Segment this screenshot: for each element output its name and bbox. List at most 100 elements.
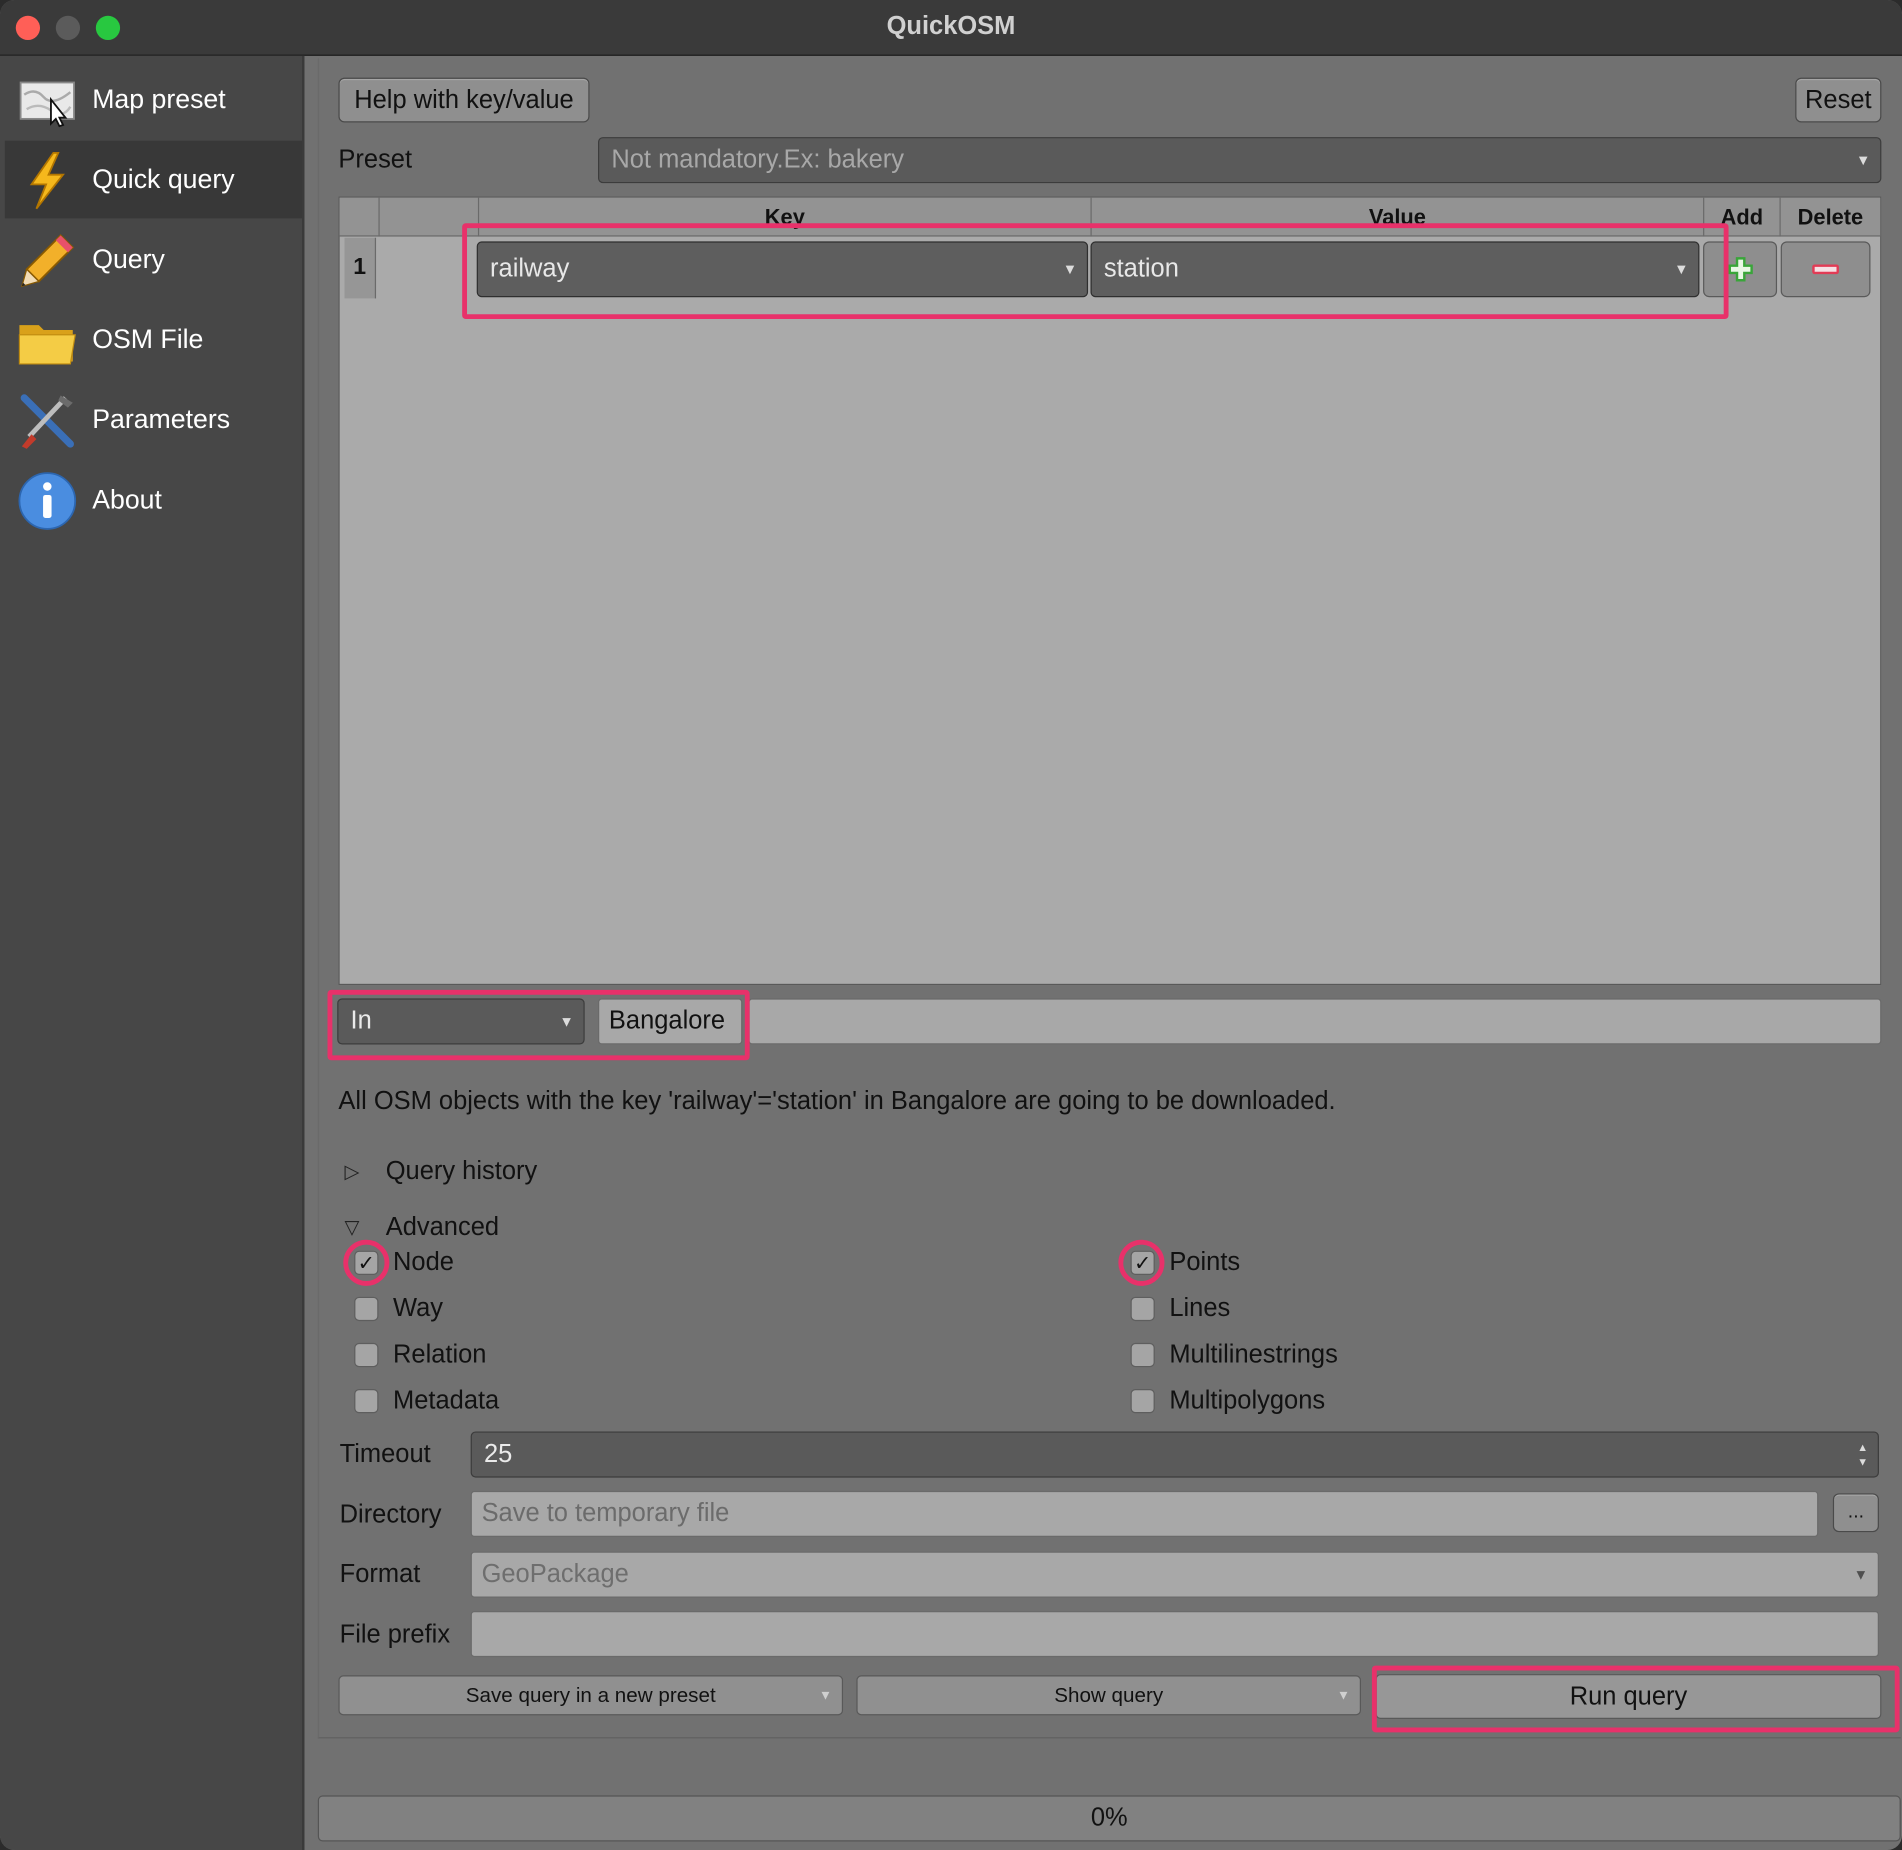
place-input[interactable]: Bangalore: [598, 998, 743, 1045]
title-bar: QuickOSM: [0, 0, 1902, 56]
query-history-label: Query history: [385, 1157, 538, 1186]
checkbox-box: [1130, 1342, 1155, 1368]
directory-input[interactable]: Save to temporary file: [470, 1490, 1819, 1538]
sidebar-item-map-preset[interactable]: Map preset: [5, 61, 302, 139]
progress-bar: 0%: [317, 1795, 1901, 1842]
preset-placeholder: Not mandatory.Ex: bakery: [611, 145, 904, 174]
save-preset-button[interactable]: Save query in a new preset ▼: [338, 1675, 844, 1716]
folder-icon: [18, 325, 76, 365]
map-icon: [19, 81, 75, 128]
sidebar: Map preset Quick query Query OSM File Pa…: [0, 55, 305, 1850]
check-icon: ✓: [354, 1250, 379, 1275]
minus-icon: [1812, 264, 1839, 275]
caret-right-icon: ▷: [344, 1162, 360, 1183]
checkbox-label: Relation: [393, 1340, 487, 1369]
pencil-icon: [20, 234, 75, 288]
row-number[interactable]: 1: [344, 237, 377, 299]
advanced-label: Advanced: [385, 1213, 500, 1242]
preset-label: Preset: [338, 145, 413, 174]
checkbox-multilinestrings[interactable]: Multilinestrings: [1130, 1340, 1338, 1369]
chevron-down-icon: ▼: [559, 1012, 574, 1030]
checkbox-points[interactable]: ✓ Points: [1130, 1248, 1241, 1277]
header-corner: [340, 198, 379, 237]
key-select[interactable]: railway ▼: [476, 241, 1089, 298]
checkbox-relation[interactable]: Relation: [354, 1340, 486, 1369]
sidebar-item-label: Query: [92, 243, 165, 275]
sidebar-item-osm-file[interactable]: OSM File: [5, 301, 302, 379]
sidebar-item-query[interactable]: Query: [5, 221, 302, 299]
format-value: GeoPackage: [481, 1560, 629, 1588]
timeout-spinbox[interactable]: 25 ▲ ▼: [470, 1431, 1879, 1478]
checkbox-label: Node: [393, 1248, 454, 1277]
checkbox-label: Metadata: [393, 1386, 500, 1415]
header-add[interactable]: Add: [1703, 197, 1779, 237]
checkbox-box: [1130, 1296, 1155, 1322]
format-select[interactable]: GeoPackage ▼: [470, 1551, 1879, 1598]
chevron-down-icon[interactable]: ▼: [819, 1688, 832, 1703]
file-prefix-input[interactable]: [470, 1611, 1879, 1658]
checkbox-label: Multilinestrings: [1169, 1340, 1338, 1369]
caret-down-icon: ▽: [344, 1217, 360, 1239]
show-query-button[interactable]: Show query ▼: [856, 1675, 1361, 1716]
preset-select[interactable]: Not mandatory.Ex: bakery ▼: [598, 137, 1882, 184]
query-description: All OSM objects with the key 'railway'='…: [338, 1086, 1336, 1115]
tools-icon: [20, 394, 74, 449]
window-title: QuickOSM: [886, 12, 1016, 41]
advanced-toggle[interactable]: ▽ Advanced: [344, 1213, 499, 1242]
info-icon: [18, 472, 77, 530]
timeout-value: 25: [483, 1439, 513, 1468]
check-icon: ✓: [1130, 1250, 1155, 1275]
browse-directory-button[interactable]: ...: [1832, 1493, 1879, 1533]
checkbox-node[interactable]: ✓ Node: [354, 1248, 454, 1277]
format-label: Format: [339, 1560, 421, 1588]
table-header: Key Value Add Delete: [339, 197, 1881, 237]
sidebar-item-label: Map preset: [92, 83, 226, 115]
sidebar-item-quick-query[interactable]: Quick query: [4, 140, 303, 219]
chevron-down-icon: ▼: [1062, 260, 1078, 278]
chevron-down-icon: ▼: [1674, 260, 1689, 278]
progress-text: 0%: [1090, 1803, 1128, 1832]
checkbox-multipolygons[interactable]: Multipolygons: [1130, 1386, 1326, 1416]
location-mode-select[interactable]: In ▼: [337, 998, 585, 1045]
header-key[interactable]: Key: [477, 197, 1091, 237]
checkbox-label: Multipolygons: [1169, 1386, 1326, 1415]
sidebar-item-parameters[interactable]: Parameters: [5, 381, 302, 459]
sidebar-item-label: Quick query: [92, 163, 235, 195]
value-select[interactable]: station ▼: [1090, 241, 1700, 298]
spin-arrows-icon[interactable]: ▲ ▼: [1857, 1440, 1868, 1469]
header-value[interactable]: Value: [1090, 197, 1703, 237]
file-prefix-label: File prefix: [339, 1620, 451, 1649]
sidebar-item-about[interactable]: About: [5, 461, 302, 539]
location-mode-text: In: [350, 1006, 372, 1035]
checkbox-metadata[interactable]: Metadata: [354, 1387, 499, 1416]
key-value-table: Key Value Add Delete 1 railway ▼ station…: [338, 196, 1882, 986]
help-key-value-button[interactable]: Help with key/value: [338, 77, 590, 123]
header-blank: [378, 197, 477, 237]
add-row-button[interactable]: [1703, 241, 1778, 298]
reset-button[interactable]: Reset: [1795, 77, 1882, 123]
value-value-text: station: [1103, 254, 1179, 283]
checkbox-lines[interactable]: Lines: [1130, 1294, 1231, 1323]
checkbox-label: Points: [1169, 1248, 1241, 1277]
checkbox-box: [354, 1296, 379, 1322]
lightning-icon: [29, 151, 65, 210]
plus-icon: [1727, 257, 1753, 282]
chevron-down-icon: ▼: [1856, 151, 1871, 169]
checkbox-way[interactable]: Way: [354, 1294, 443, 1323]
location-extra-field[interactable]: [748, 998, 1882, 1045]
sidebar-item-label: About: [92, 484, 162, 515]
quickosm-window: QuickOSM Map preset Quick query Query OS…: [0, 0, 1902, 1850]
checkbox-box: [354, 1342, 379, 1368]
delete-row-button[interactable]: [1780, 241, 1871, 298]
checkbox-box: [1130, 1389, 1155, 1414]
chevron-down-icon[interactable]: ▼: [1337, 1688, 1350, 1703]
run-query-button[interactable]: Run query: [1375, 1674, 1882, 1719]
checkbox-label: Lines: [1169, 1294, 1231, 1323]
sidebar-item-label: OSM File: [92, 323, 204, 355]
timeout-label: Timeout: [339, 1439, 431, 1468]
query-history-toggle[interactable]: ▷ Query history: [344, 1157, 537, 1186]
header-delete[interactable]: Delete: [1779, 197, 1880, 237]
checkbox-box: [354, 1389, 379, 1414]
checkbox-label: Way: [393, 1294, 444, 1323]
directory-label: Directory: [339, 1500, 442, 1529]
